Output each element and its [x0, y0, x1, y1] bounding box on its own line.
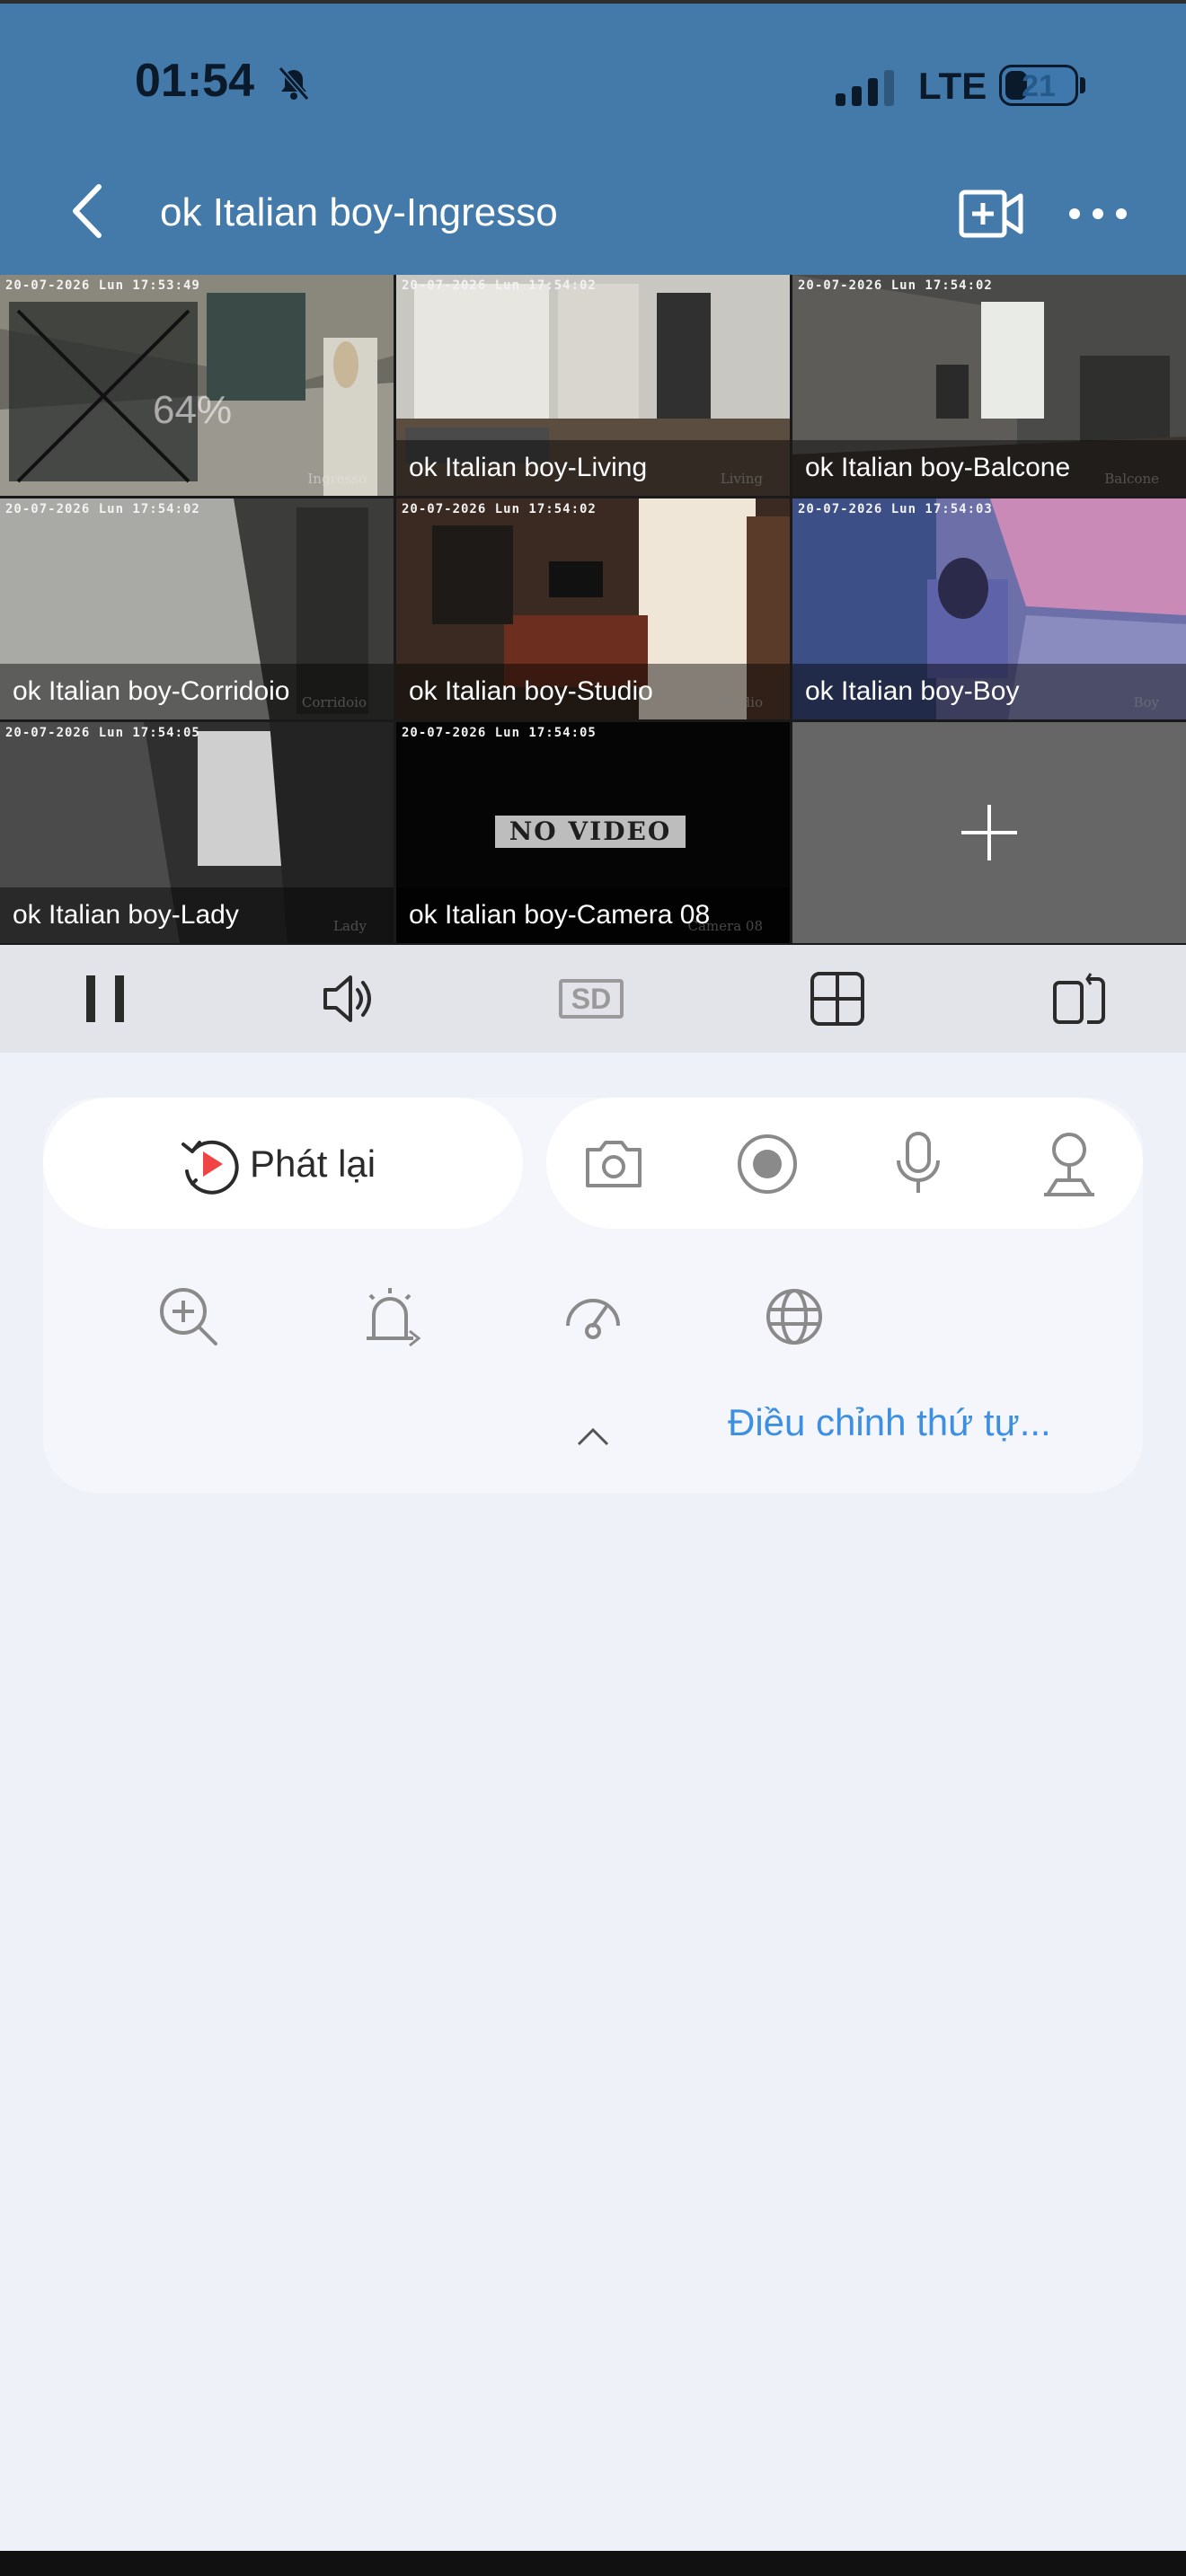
camera-timestamp: 20-07-2026 Lun 17:53:49	[5, 278, 200, 293]
ptz-icon[interactable]	[1040, 1130, 1098, 1198]
camera-tile-boy[interactable]: 20-07-2026 Lun 17:54:03 Boy ok Italian b…	[792, 498, 1186, 719]
playback-label: Phát lại	[250, 1142, 376, 1185]
battery-level: 21	[1022, 69, 1056, 103]
globe-icon[interactable]	[764, 1286, 825, 1347]
status-time: 01:54	[135, 55, 254, 107]
camera-timestamp: 20-07-2026 Lun 17:54:02	[798, 278, 993, 293]
camera-tile-ingresso[interactable]: 20-07-2026 Lun 17:53:49 Ingresso 64%	[0, 275, 394, 496]
no-video-badge: NO VIDEO	[495, 816, 686, 848]
camera-label: ok Italian boy-Living	[409, 453, 648, 482]
back-button[interactable]	[61, 180, 115, 243]
page-title: ok Italian boy-Ingresso	[160, 190, 558, 234]
camera-tile-corridoio[interactable]: 20-07-2026 Lun 17:54:02 Corridoio ok Ita…	[0, 498, 394, 719]
network-label: LTE	[918, 65, 987, 107]
video-add-icon[interactable]	[958, 187, 1024, 241]
bell-muted-icon	[278, 66, 310, 101]
camera-label: ok Italian boy-Corridoio	[13, 676, 290, 706]
camera-timestamp: 20-07-2026 Lun 17:54:03	[798, 502, 993, 516]
adjust-order-link[interactable]: Điều chỉnh thứ tự...	[728, 1401, 1051, 1444]
camera-grid: 20-07-2026 Lun 17:53:49 Ingresso 64% 20-…	[0, 275, 1186, 945]
record-icon[interactable]	[735, 1132, 800, 1196]
chevron-up-icon[interactable]	[575, 1426, 611, 1448]
home-indicator-bar	[0, 2551, 1186, 2576]
camera-label: ok Italian boy-Balcone	[805, 453, 1071, 482]
pause-icon[interactable]	[77, 970, 135, 1028]
playback-button[interactable]: Phát lại	[43, 1098, 523, 1229]
camera-label: ok Italian boy-Studio	[409, 676, 653, 706]
loading-percent: 64%	[153, 388, 233, 432]
camera-tile-camera-08[interactable]: 20-07-2026 Lun 17:54:05 NO VIDEO Camera …	[396, 722, 790, 943]
quality-label: SD	[559, 979, 624, 1019]
camera-timestamp: 20-07-2026 Lun 17:54:02	[402, 278, 597, 293]
quality-toggle[interactable]: SD	[559, 970, 627, 1028]
alarm-icon[interactable]	[359, 1284, 424, 1349]
speed-dome-icon[interactable]	[562, 1290, 624, 1344]
camera-tile-living[interactable]: 20-07-2026 Lun 17:54:02 Living ok Italia…	[396, 275, 790, 496]
camera-timestamp: 20-07-2026 Lun 17:54:02	[402, 502, 597, 516]
battery-nub	[1080, 77, 1085, 93]
camera-timestamp: 20-07-2026 Lun 17:54:02	[5, 502, 200, 516]
camera-timestamp: 20-07-2026 Lun 17:54:05	[5, 726, 200, 740]
camera-label: ok Italian boy-Camera 08	[409, 900, 711, 930]
signal-icon	[836, 70, 894, 106]
rotate-screen-icon[interactable]	[1051, 970, 1109, 1028]
camera-tile-balcone[interactable]: 20-07-2026 Lun 17:54:02 Balcone ok Itali…	[792, 275, 1186, 496]
camera-label: ok Italian boy-Lady	[13, 900, 239, 930]
camera-label: ok Italian boy-Boy	[805, 676, 1020, 706]
camera-timestamp: 20-07-2026 Lun 17:54:05	[402, 726, 597, 740]
add-camera-tile[interactable]	[792, 722, 1186, 943]
camera-tile-lady[interactable]: 20-07-2026 Lun 17:54:05 Lady ok Italian …	[0, 722, 394, 943]
grid-icon[interactable]	[809, 970, 866, 1028]
playback-control-bar: SD	[0, 945, 1186, 1053]
tool-pill	[546, 1098, 1143, 1229]
plus-icon	[961, 805, 1017, 860]
camera-tile-studio[interactable]: 20-07-2026 Lun 17:54:02 Studio ok Italia…	[396, 498, 790, 719]
microphone-icon[interactable]	[891, 1130, 945, 1198]
replay-icon	[181, 1140, 239, 1195]
battery-icon: 21	[999, 65, 1078, 106]
speaker-icon[interactable]	[320, 970, 377, 1028]
camera-feed	[0, 275, 394, 496]
more-horizontal-icon[interactable]	[1066, 196, 1130, 232]
zoom-in-icon[interactable]	[158, 1286, 219, 1347]
camera-icon[interactable]	[582, 1134, 645, 1193]
camera-osd: Ingresso	[307, 471, 367, 487]
